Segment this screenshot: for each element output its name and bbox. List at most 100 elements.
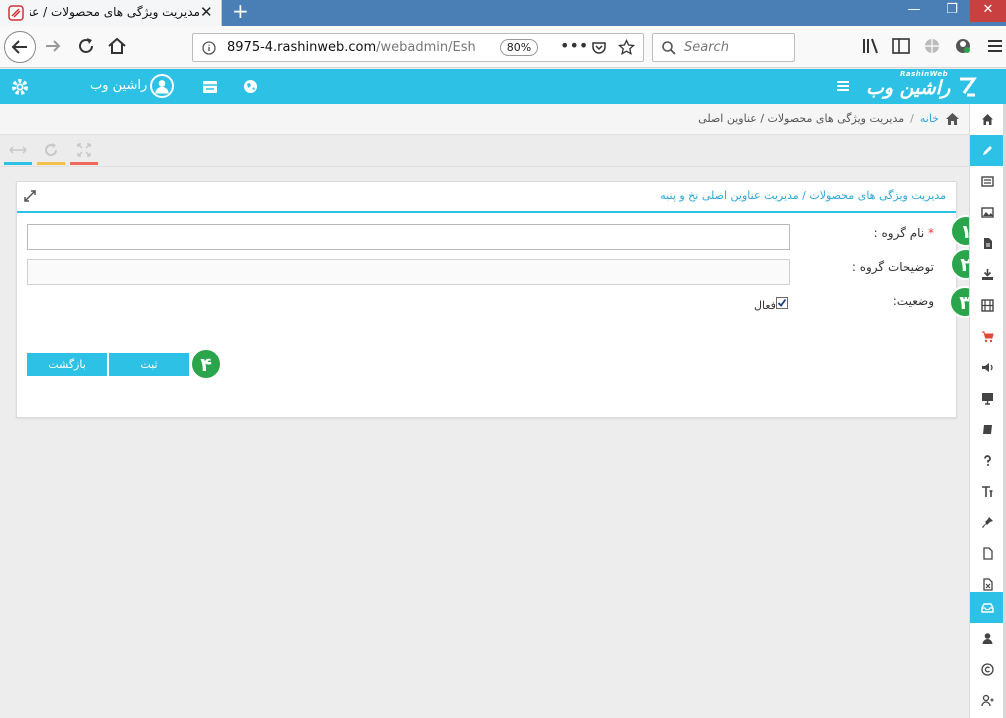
submit-button[interactable]: ثبت (109, 353, 189, 376)
toolbar-bar-blue (4, 162, 32, 165)
annotation-badge-4: ۴ (190, 348, 222, 380)
file-icon (983, 547, 993, 560)
sidebar-toggle-icon[interactable] (890, 35, 912, 57)
news-icon (981, 176, 994, 187)
book-icon (983, 425, 992, 434)
panel-title: مدیریت ویژگی های محصولات / مدیریت عناوین… (660, 189, 946, 202)
breadcrumb-current: مدیریت ویژگی های محصولات / عناوین اصلی (698, 112, 905, 125)
back-button[interactable] (4, 31, 36, 63)
toolbar-bar-yellow (37, 162, 65, 165)
home-icon[interactable] (106, 35, 128, 57)
info-icon[interactable] (202, 41, 216, 55)
rail-item-shop[interactable] (970, 321, 1004, 352)
url-text: 8975-4.rashinweb.com/webadmin/Esh (227, 40, 476, 55)
inbox-icon (981, 603, 994, 613)
rail-item-add-user[interactable] (970, 685, 1004, 716)
group-description-label: توضیحات گروه : (851, 260, 934, 274)
search-icon (662, 41, 676, 55)
tab-close-icon[interactable]: ✕ (200, 3, 213, 21)
close-window-icon[interactable]: ✕ (970, 0, 1006, 22)
rail-item-display[interactable] (970, 383, 1004, 414)
restore-window-icon[interactable]: ❐ (934, 0, 970, 22)
question-icon (984, 455, 991, 466)
document-icon (984, 238, 992, 249)
checkmark-icon (777, 298, 787, 307)
width-toggle-button[interactable] (4, 141, 32, 165)
group-name-input[interactable] (27, 224, 790, 250)
copyright-icon (981, 663, 994, 676)
breadcrumb: خانه/مدیریت ویژگی های محصولات / عناوین ا… (0, 104, 969, 135)
panel-header: مدیریت ویژگی های محصولات / مدیریت عناوین… (17, 182, 956, 213)
hamburger-menu-icon[interactable] (836, 80, 850, 92)
monitor-icon (982, 393, 993, 405)
refresh-button[interactable] (37, 141, 65, 165)
page-toolbar (0, 135, 969, 167)
rail-item-home[interactable] (970, 104, 1004, 135)
pocket-icon[interactable] (591, 40, 607, 56)
site-favicon-icon (8, 5, 24, 21)
rail-item-pin[interactable] (970, 507, 1004, 538)
logo-mark-icon (960, 77, 977, 97)
rail-item-gallery[interactable] (970, 197, 1004, 228)
breadcrumb-home-icon[interactable] (945, 112, 960, 126)
forward-arrow-icon[interactable] (42, 35, 64, 57)
browser-tab[interactable]: مدیریت ویژگی های محصولات / عناو ✕ (0, 0, 222, 26)
status-label: وضعیت: (892, 294, 934, 308)
rail-item-downloads[interactable] (970, 259, 1004, 290)
active-checkbox[interactable] (776, 297, 788, 309)
rail-item-copyright[interactable] (970, 654, 1004, 685)
account-icon[interactable] (952, 35, 974, 57)
tab-title: مدیریت ویژگی های محصولات / عناو (30, 5, 200, 19)
rail-item-catalog[interactable] (970, 414, 1004, 445)
new-tab-icon[interactable]: + (232, 0, 249, 23)
reload-icon[interactable] (75, 35, 97, 57)
search-placeholder: Search (684, 40, 729, 55)
globe-icon[interactable] (921, 35, 943, 57)
rashinweb-logo[interactable]: RashinWeb راشین وب (866, 70, 978, 100)
cart-icon (982, 331, 994, 343)
rail-item-videos[interactable] (970, 290, 1004, 321)
user-name: راشین وب (90, 78, 148, 93)
excel-icon (983, 578, 993, 591)
active-checkbox-label[interactable]: فعال (754, 299, 776, 312)
rail-item-faq[interactable] (970, 445, 1004, 476)
zoom-indicator[interactable]: 80% (500, 39, 538, 56)
library-icon[interactable] (860, 35, 882, 57)
form-panel: مدیریت ویژگی های محصولات / مدیریت عناوین… (16, 181, 957, 418)
menu-icon[interactable] (984, 35, 1006, 57)
arrows-horizontal-icon (9, 146, 27, 154)
rail-item-users[interactable] (970, 623, 1004, 654)
website-globe-icon[interactable] (243, 79, 258, 94)
rail-item-news[interactable] (970, 166, 1004, 197)
browser-navbar: 8975-4.rashinweb.com/webadmin/Esh 80% ••… (0, 26, 1006, 68)
card-icon[interactable] (202, 80, 218, 94)
bookmark-star-icon[interactable] (618, 39, 635, 56)
group-name-label: * نام گروه : (873, 226, 934, 240)
pin-icon (982, 517, 993, 528)
rail-item-inbox[interactable] (970, 592, 1004, 623)
rail-item-edit[interactable] (970, 135, 1004, 166)
minimize-window-icon[interactable]: — (896, 0, 932, 22)
fullscreen-icon (77, 143, 91, 157)
avatar (150, 74, 174, 98)
rail-item-text[interactable] (970, 476, 1004, 507)
pencil-icon (983, 146, 992, 155)
breadcrumb-path: خانه/مدیریت ویژگی های محصولات / عناوین ا… (698, 112, 939, 125)
rail-item-ads[interactable] (970, 352, 1004, 383)
breadcrumb-home-link[interactable]: خانه (920, 112, 939, 125)
address-bar[interactable]: 8975-4.rashinweb.com/webadmin/Esh 80% ••… (192, 33, 644, 62)
settings-gear-icon[interactable] (10, 77, 30, 97)
search-box[interactable]: Search (652, 33, 795, 62)
fullscreen-button[interactable] (70, 141, 98, 165)
right-icon-rail (969, 104, 1004, 718)
group-description-input[interactable] (27, 259, 790, 285)
user-icon (982, 633, 993, 644)
rail-item-file[interactable] (970, 538, 1004, 569)
rail-item-pages[interactable] (970, 228, 1004, 259)
more-actions-icon[interactable]: ••• (560, 36, 588, 55)
film-icon (981, 299, 994, 312)
volume-icon (982, 363, 993, 372)
back-button[interactable]: بازگشت (27, 353, 107, 376)
app-header: راشین وب RashinWeb راشین وب (0, 69, 1006, 104)
expand-icon[interactable] (24, 190, 36, 202)
